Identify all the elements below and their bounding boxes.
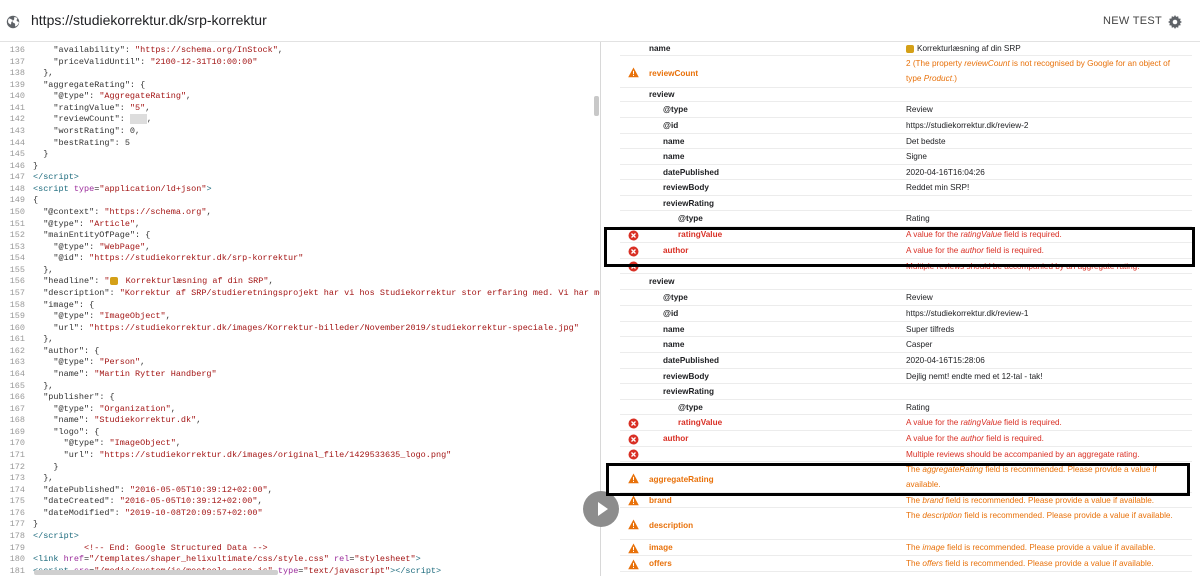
result-row[interactable]: datePublished 2020-04-16T15:28:06 [601,353,1200,369]
result-row[interactable]: reviewRating [601,384,1200,400]
result-value: Signe [906,152,927,161]
globe-icon [6,15,20,29]
gear-icon[interactable] [1168,15,1182,29]
result-row[interactable]: image The image field is recommended. Ple… [601,540,1200,556]
result-value: Korrekturlæsning af din SRP [906,42,1176,56]
code-vertical-scrollbar[interactable] [594,96,599,116]
source-code-panel[interactable]: 136 "availability": "https://schema.org/… [0,42,600,576]
error-icon [628,434,639,444]
highlight-box-aggregate-rating [606,463,1190,496]
result-key: datePublished [663,356,719,365]
result-row[interactable]: datePublished 2020-04-16T16:04:26 [601,165,1200,180]
result-row[interactable]: name Korrekturlæsning af din SRP [601,42,1200,56]
result-row[interactable]: name Super tilfreds [601,322,1200,337]
result-row[interactable]: @id https://studiekorrektur.dk/review-2 [601,118,1200,134]
result-key: author [663,434,689,443]
result-key: name [663,340,685,349]
result-row[interactable]: Multiple reviews should be accompanied b… [601,447,1200,462]
result-value: Reddet min SRP! [906,183,970,192]
result-key: description [649,521,694,530]
line-number: 181 [9,565,25,576]
result-key: @id [663,121,679,130]
warning-icon [628,495,639,506]
result-key: datePublished [663,168,719,177]
result-key: reviewRating [663,387,714,396]
result-key: ratingValue [678,418,723,427]
warning-icon [628,67,639,78]
result-row[interactable]: @type Review [601,102,1200,118]
url-text[interactable]: https://studiekorrektur.dk/srp-korrektur [31,12,267,28]
run-test-button[interactable] [583,491,619,527]
result-value: https://studiekorrektur.dk/review-1 [906,309,1029,318]
result-row[interactable]: name Det bedste [601,134,1200,149]
result-value: Super tilfreds [906,325,955,334]
result-row[interactable]: author A value for the author field is re… [601,431,1200,447]
result-key: @type [663,293,688,302]
address-bar: https://studiekorrektur.dk/srp-korrektur… [0,0,1200,42]
result-value: Casper [906,340,933,349]
result-key: @type [678,214,703,223]
result-row[interactable]: reviewBody Dejlig nemt! endte med et 12-t… [601,369,1200,384]
result-key: name [649,44,671,53]
result-key: name [663,152,685,161]
warning-icon [628,543,639,553]
medal-icon [906,44,914,53]
result-key: name [663,137,685,146]
result-key: reviewBody [663,183,709,192]
result-value: Multiple reviews should be accompanied b… [906,450,1140,459]
result-row[interactable]: @type Rating [601,400,1200,415]
result-row[interactable]: @id https://studiekorrektur.dk/review-1 [601,306,1200,322]
result-row[interactable]: offers The offers field is recommended. P… [601,556,1200,572]
result-key: name [663,325,685,334]
result-key: @id [663,309,679,318]
error-icon [628,418,639,428]
result-row[interactable]: name Signe [601,149,1200,165]
result-row[interactable]: reviewBody Reddet min SRP! [601,180,1200,196]
result-key: review [649,90,675,99]
result-key: offers [649,559,672,568]
result-value: 2020-04-16T16:04:26 [906,168,985,177]
result-value: Det bedste [906,137,946,146]
result-value: 2020-04-16T15:28:06 [906,356,985,365]
result-value: The offers field is recommended. Please … [906,559,1154,568]
result-value: A value for the author field is required… [906,434,1044,443]
result-row[interactable]: name Casper [601,337,1200,353]
result-value: Rating [906,214,930,223]
result-row[interactable]: ratingValue A value for the ratingValue f… [601,415,1200,431]
error-icon [628,449,639,460]
result-value: Review [906,105,933,114]
new-test-button[interactable]: NEW TEST [1103,15,1162,27]
result-row[interactable]: @type Review [601,290,1200,306]
result-key: image [649,543,673,552]
result-row[interactable]: description The description field is reco… [601,508,1200,540]
warning-icon [628,559,639,569]
result-value: The description field is recommended. Pl… [906,511,1173,520]
result-key: @type [663,105,688,114]
result-value: Review [906,293,933,302]
result-value: Rating [906,403,930,412]
result-key: reviewRating [663,199,714,208]
result-value: Dejlig nemt! endte med et 12-tal - tak! [906,372,1043,381]
result-key: reviewCount [649,69,699,78]
warning-icon [628,519,639,530]
result-row[interactable]: reviewRating [601,196,1200,211]
result-row[interactable]: @type Rating [601,211,1200,227]
result-row[interactable]: review [601,274,1200,290]
result-row[interactable]: review [601,88,1200,102]
result-value: The image field is recommended. Please p… [906,543,1156,552]
result-key: review [649,277,675,286]
result-row[interactable]: reviewCount 2 (The property reviewCount i… [601,56,1200,88]
result-value: 2 (The property reviewCount is not recog… [906,59,1170,83]
code-horizontal-scrollbar[interactable] [34,570,278,575]
result-value: A value for the ratingValue field is req… [906,418,1062,427]
result-key: reviewBody [663,372,709,381]
result-key: @type [678,403,703,412]
result-value: https://studiekorrektur.dk/review-2 [906,121,1029,130]
row-separator [620,571,1192,572]
highlight-box-review-errors [604,227,1195,267]
